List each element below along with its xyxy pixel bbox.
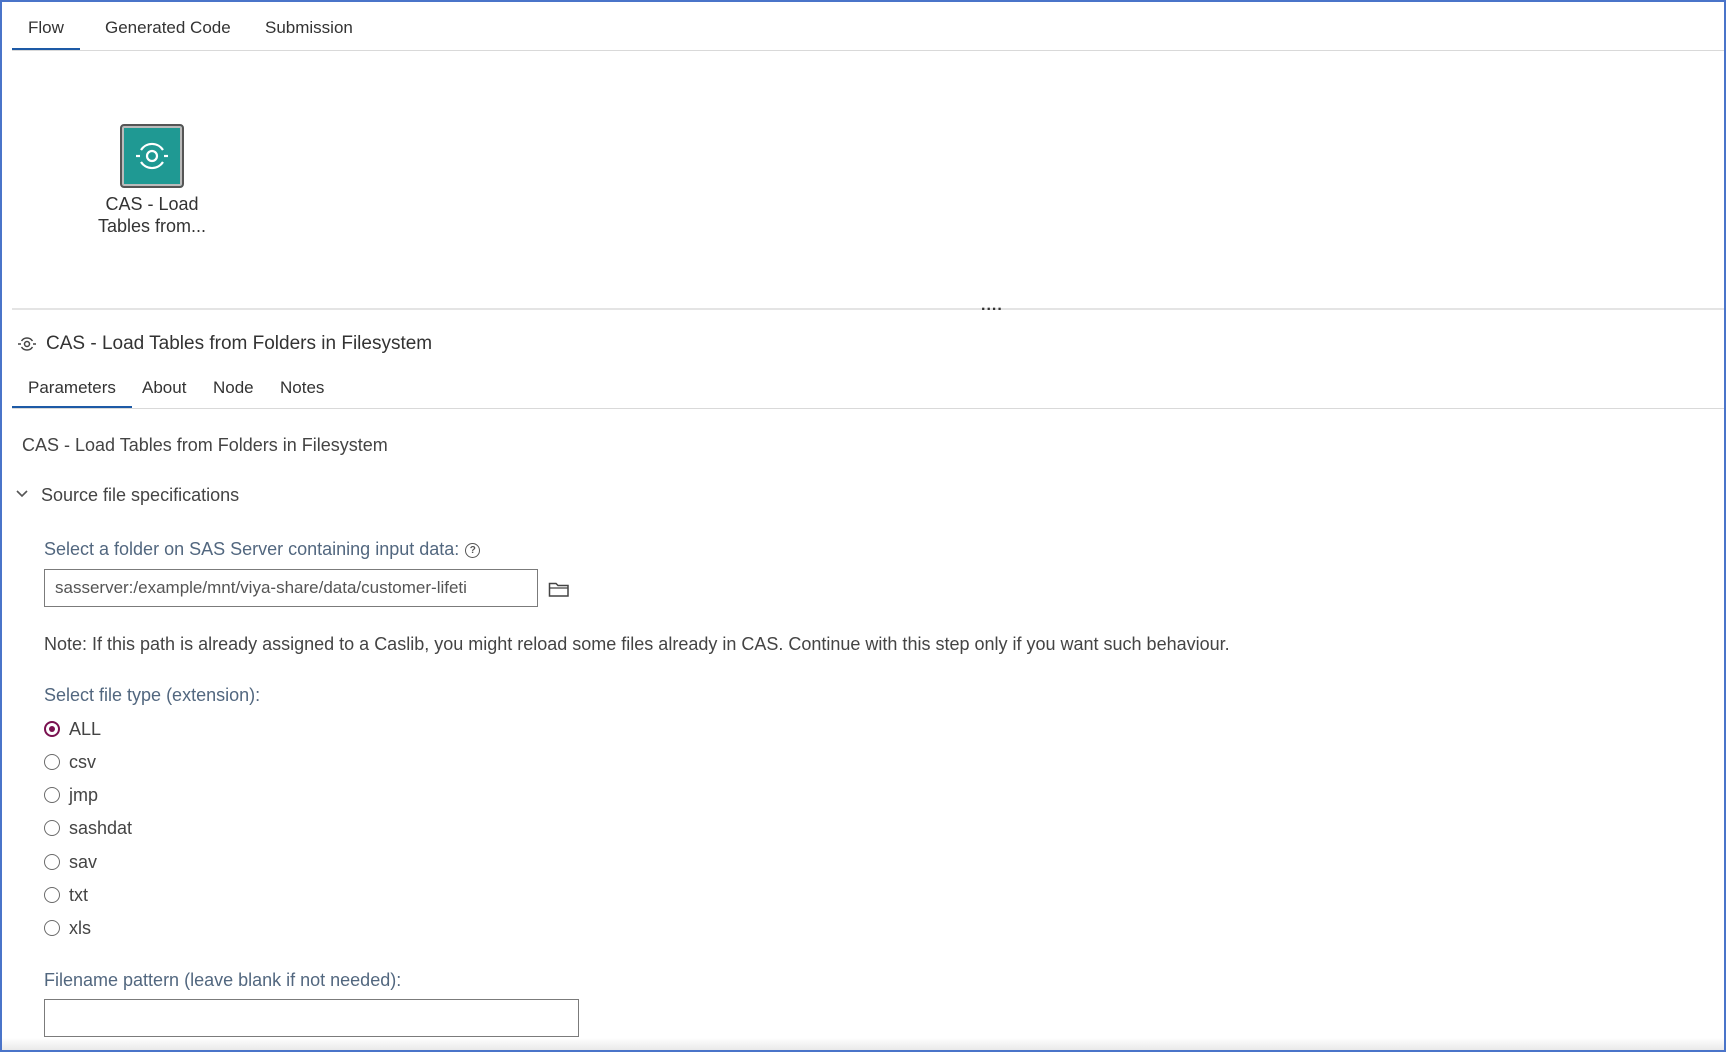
splitter-grip[interactable]: .... bbox=[981, 298, 1003, 314]
radio-label: csv bbox=[69, 752, 96, 772]
app-window: Flow Generated Code Submission CAS - Loa… bbox=[0, 0, 1726, 1052]
radio-label: xls bbox=[69, 918, 91, 938]
radio-button[interactable] bbox=[44, 754, 60, 770]
tab-flow[interactable]: Flow bbox=[12, 2, 80, 50]
radio-button-selected[interactable] bbox=[44, 721, 60, 737]
filetype-field-label: Select file type (extension): bbox=[44, 685, 261, 705]
step-tab-bar: Parameters About Node Notes bbox=[12, 368, 1724, 409]
folder-label-text: Select a folder on SAS Server containing… bbox=[44, 539, 460, 559]
tab-notes[interactable]: Notes bbox=[264, 368, 340, 408]
radio-label: jmp bbox=[69, 785, 99, 805]
radio-button[interactable] bbox=[44, 854, 60, 870]
form-title: CAS - Load Tables from Folders in Filesy… bbox=[22, 435, 388, 455]
panel-splitter[interactable] bbox=[12, 308, 1724, 310]
folder-field-label: Select a folder on SAS Server containing… bbox=[44, 539, 481, 560]
caslib-note: Note: If this path is already assigned t… bbox=[44, 634, 1230, 654]
radio-button[interactable] bbox=[44, 820, 60, 836]
tab-node[interactable]: Node bbox=[197, 368, 270, 408]
cas-load-icon bbox=[136, 142, 168, 170]
filename-pattern-input[interactable] bbox=[44, 999, 579, 1037]
radio-button[interactable] bbox=[44, 787, 60, 803]
flow-node-cas-load[interactable] bbox=[120, 124, 184, 188]
pattern-field-label: Filename pattern (leave blank if not nee… bbox=[44, 970, 402, 990]
node-label-line1: CAS - Load bbox=[105, 194, 199, 214]
tab-submission[interactable]: Submission bbox=[249, 2, 369, 50]
radio-label: ALL bbox=[69, 719, 102, 739]
folder-path-input[interactable] bbox=[44, 569, 538, 607]
tab-about[interactable]: About bbox=[126, 368, 202, 408]
bottom-scroll-shadow bbox=[2, 1038, 1724, 1050]
top-tab-bar: Flow Generated Code Submission bbox=[12, 2, 1724, 51]
chevron-down-icon[interactable] bbox=[16, 489, 28, 499]
section-label: Source file specifications bbox=[41, 485, 240, 505]
radio-label: sav bbox=[69, 852, 98, 872]
tab-generated-code[interactable]: Generated Code bbox=[89, 2, 247, 50]
radio-button[interactable] bbox=[44, 887, 60, 903]
radio-label: txt bbox=[69, 885, 89, 905]
cas-load-icon bbox=[18, 337, 36, 351]
step-title: CAS - Load Tables from Folders in Filesy… bbox=[46, 333, 433, 354]
help-icon[interactable]: ? bbox=[465, 542, 481, 558]
node-label-line2: Tables from... bbox=[97, 216, 207, 236]
tab-parameters[interactable]: Parameters bbox=[12, 368, 132, 408]
flow-node-label: CAS - Load Tables from... bbox=[82, 193, 222, 237]
radio-button[interactable] bbox=[44, 920, 60, 936]
radio-label: sashdat bbox=[69, 818, 133, 838]
folder-browse-icon[interactable] bbox=[548, 580, 570, 598]
